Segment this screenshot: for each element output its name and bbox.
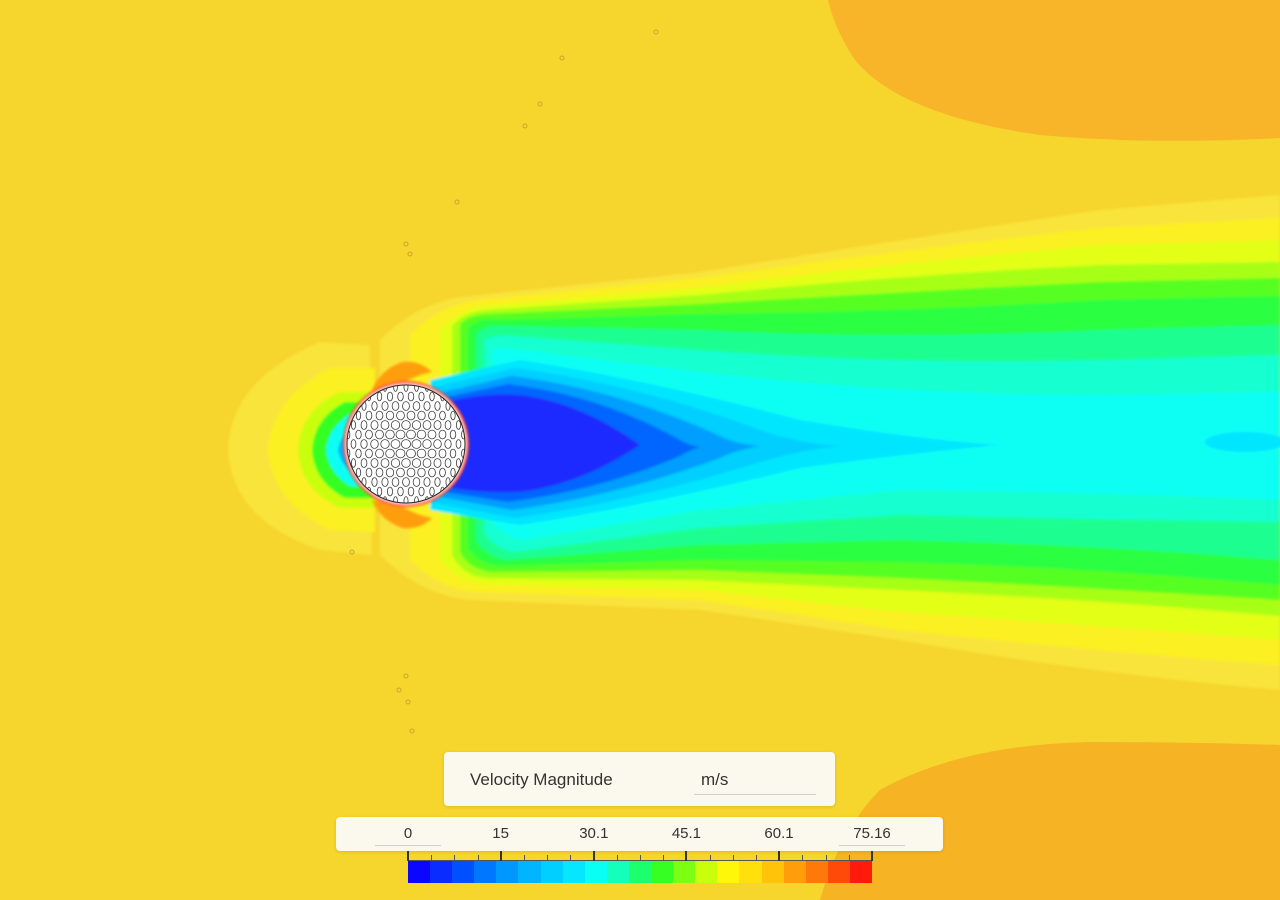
colorbar-swatch: [849, 861, 872, 883]
colorbar-swatch: [717, 861, 740, 883]
colorbar-swatch: [673, 861, 696, 883]
colorbar-swatch: [761, 861, 784, 883]
tick-label: 60.1: [764, 825, 794, 842]
colorbar-swatch: [651, 861, 674, 883]
colorbar-major-tick: [499, 851, 502, 861]
colorbar-swatch: [408, 861, 431, 883]
colorbar-swatch: [474, 861, 497, 883]
unit-selector[interactable]: m/s: [694, 764, 816, 795]
tick-label: 0: [403, 825, 413, 842]
colorbar-swatch: [430, 861, 453, 883]
colorbar-swatch: [739, 861, 762, 883]
colorbar-major-tick: [778, 851, 781, 861]
range-max-input[interactable]: 75.16: [839, 823, 905, 846]
colorbar-swatch: [827, 861, 850, 883]
colorbar-swatch: [496, 861, 519, 883]
range-min-input[interactable]: 0: [375, 823, 441, 846]
legend-title-panel: Velocity Magnitude m/s: [444, 752, 835, 806]
colorbar-swatch: [628, 861, 652, 883]
colorbar: [408, 861, 872, 883]
colorbar-tick-marks: [407, 851, 873, 861]
colorbar-swatch: [805, 861, 828, 883]
tick-label: 75.16: [853, 825, 891, 842]
tick-label: 45.1: [671, 825, 702, 842]
tick-label: 30.1: [579, 825, 609, 842]
legend-tick-panel: 0 15 30.1 45.1 60.1 75.16: [336, 817, 943, 851]
colorbar-swatch: [562, 861, 585, 883]
tick-label: 15: [492, 825, 509, 842]
colorbar-major-tick: [592, 851, 595, 861]
colorbar-swatch: [606, 861, 629, 883]
colorbar-swatch: [584, 861, 607, 883]
legend-title: Velocity Magnitude: [470, 770, 613, 789]
colorbar-major-tick: [871, 851, 873, 861]
unit-label: m/s: [701, 770, 729, 789]
colorbar-swatch: [452, 861, 475, 883]
colorbar-swatch: [783, 861, 806, 883]
colorbar-swatch: [518, 861, 541, 883]
colorbar-major-tick: [685, 851, 688, 861]
colorbar-swatch: [540, 861, 563, 883]
colorbar-swatch: [695, 861, 718, 883]
colorbar-major-tick: [407, 851, 409, 861]
